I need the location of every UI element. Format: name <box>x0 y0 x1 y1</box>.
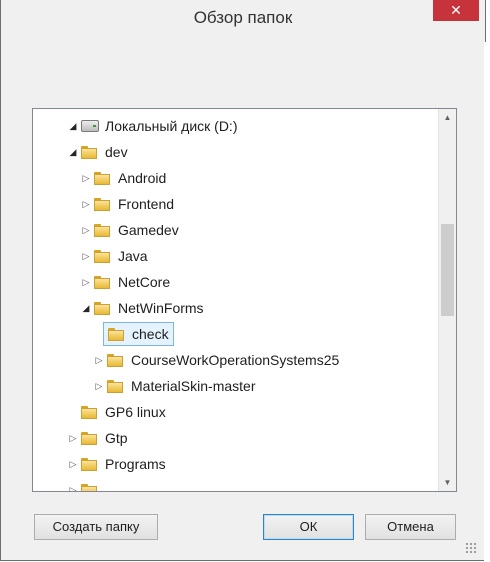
tree-item-gp6-linux[interactable]: GP6 linux <box>81 400 166 424</box>
tree-item-label: GP6 linux <box>105 404 166 420</box>
collapse-arrow-icon[interactable]: ▷ <box>67 485 79 492</box>
tree-item-android[interactable]: ▷ Android <box>80 166 167 190</box>
folder-icon <box>94 171 110 185</box>
resize-grip-icon[interactable] <box>465 542 477 554</box>
collapse-arrow-icon[interactable]: ▷ <box>80 173 92 184</box>
tree-item-label: Android <box>118 170 167 186</box>
folder-icon <box>108 327 124 341</box>
tree-item-netcore[interactable]: ▷ NetCore <box>80 270 171 294</box>
folder-icon <box>94 275 110 289</box>
tree-item-gamedev[interactable]: ▷ Gamedev <box>80 218 179 242</box>
vertical-scrollbar[interactable]: ▲ ▼ <box>438 109 456 491</box>
cancel-button[interactable]: Отмена <box>365 514 456 540</box>
tree-item-label: Java <box>118 248 148 264</box>
tree-item-label: Frontend <box>118 196 175 212</box>
tree-item-frontend[interactable]: ▷ Frontend <box>80 192 175 216</box>
collapse-arrow-icon[interactable]: ▷ <box>80 199 92 210</box>
tree-item-netwinforms[interactable]: ◢ NetWinForms <box>80 296 204 320</box>
folder-icon <box>81 431 97 445</box>
tree-item-dev[interactable]: ◢ dev <box>67 140 128 164</box>
tree-rows: ◢ Локальный диск (D:) ◢ dev ▷ Android ▷ … <box>33 109 437 491</box>
tree-item-courseworkoperationsystems25[interactable]: ▷ CourseWorkOperationSystems25 <box>93 348 340 372</box>
folder-icon <box>94 197 110 211</box>
collapse-arrow-icon[interactable]: ▷ <box>93 355 105 366</box>
tree-item-label: Gtp <box>105 430 128 446</box>
expand-arrow-icon[interactable]: ◢ <box>67 147 79 158</box>
tree-item-label: Локальный диск (D:) <box>105 118 238 134</box>
folder-icon <box>81 457 97 471</box>
folder-icon <box>107 379 123 393</box>
collapse-arrow-icon[interactable]: ▷ <box>67 433 79 444</box>
title-bar[interactable]: Обзор папок ✕ <box>1 0 485 40</box>
tree-item-drive-d[interactable]: ◢ Локальный диск (D:) <box>67 114 238 138</box>
drive-icon <box>81 120 99 132</box>
tree-item-label: dev <box>105 144 128 160</box>
tree-item-label: MaterialSkin-master <box>131 378 256 394</box>
collapse-arrow-icon[interactable]: ▷ <box>80 277 92 288</box>
tree-item-label: NetCore <box>118 274 171 290</box>
close-button[interactable]: ✕ <box>433 0 479 21</box>
expand-arrow-icon[interactable]: ◢ <box>80 303 92 314</box>
tree-item-label: NetWinForms <box>118 300 204 316</box>
tree-item-label: Programs <box>105 456 166 472</box>
folder-browser-dialog: Обзор папок ✕ ◢ Локальный диск (D:) ◢ de… <box>0 0 486 561</box>
scroll-down-arrow-icon[interactable]: ▼ <box>439 474 456 491</box>
tree-item-label: Gamedev <box>118 222 179 238</box>
collapse-arrow-icon[interactable]: ▷ <box>80 225 92 236</box>
expand-arrow-icon[interactable]: ◢ <box>67 121 79 132</box>
window-edge <box>484 42 490 562</box>
tree-item-java[interactable]: ▷ Java <box>80 244 148 268</box>
tree-item-check-selected[interactable]: check <box>103 322 174 346</box>
tree-item-gtp[interactable]: ▷ Gtp <box>67 426 128 450</box>
folder-icon <box>94 223 110 237</box>
collapse-arrow-icon[interactable]: ▷ <box>80 251 92 262</box>
window-title: Обзор папок <box>193 8 293 27</box>
folder-tree[interactable]: ◢ Локальный диск (D:) ◢ dev ▷ Android ▷ … <box>32 108 457 492</box>
folder-icon <box>81 145 97 159</box>
scrollbar-thumb[interactable] <box>441 224 454 316</box>
tree-item-partial[interactable]: ▷ <box>67 478 105 491</box>
collapse-arrow-icon[interactable]: ▷ <box>93 381 105 392</box>
tree-item-materialskin-master[interactable]: ▷ MaterialSkin-master <box>93 374 256 398</box>
folder-icon <box>81 483 97 491</box>
ok-button[interactable]: ОК <box>263 514 354 540</box>
new-folder-button[interactable]: Создать папку <box>34 514 158 540</box>
folder-icon <box>81 405 97 419</box>
collapse-arrow-icon[interactable]: ▷ <box>67 459 79 470</box>
folder-icon <box>94 301 110 315</box>
tree-item-label: check <box>132 326 169 342</box>
tree-item-label: CourseWorkOperationSystems25 <box>131 352 340 368</box>
folder-icon <box>94 249 110 263</box>
scroll-up-arrow-icon[interactable]: ▲ <box>439 109 456 126</box>
tree-item-programs[interactable]: ▷ Programs <box>67 452 166 476</box>
folder-icon <box>107 353 123 367</box>
